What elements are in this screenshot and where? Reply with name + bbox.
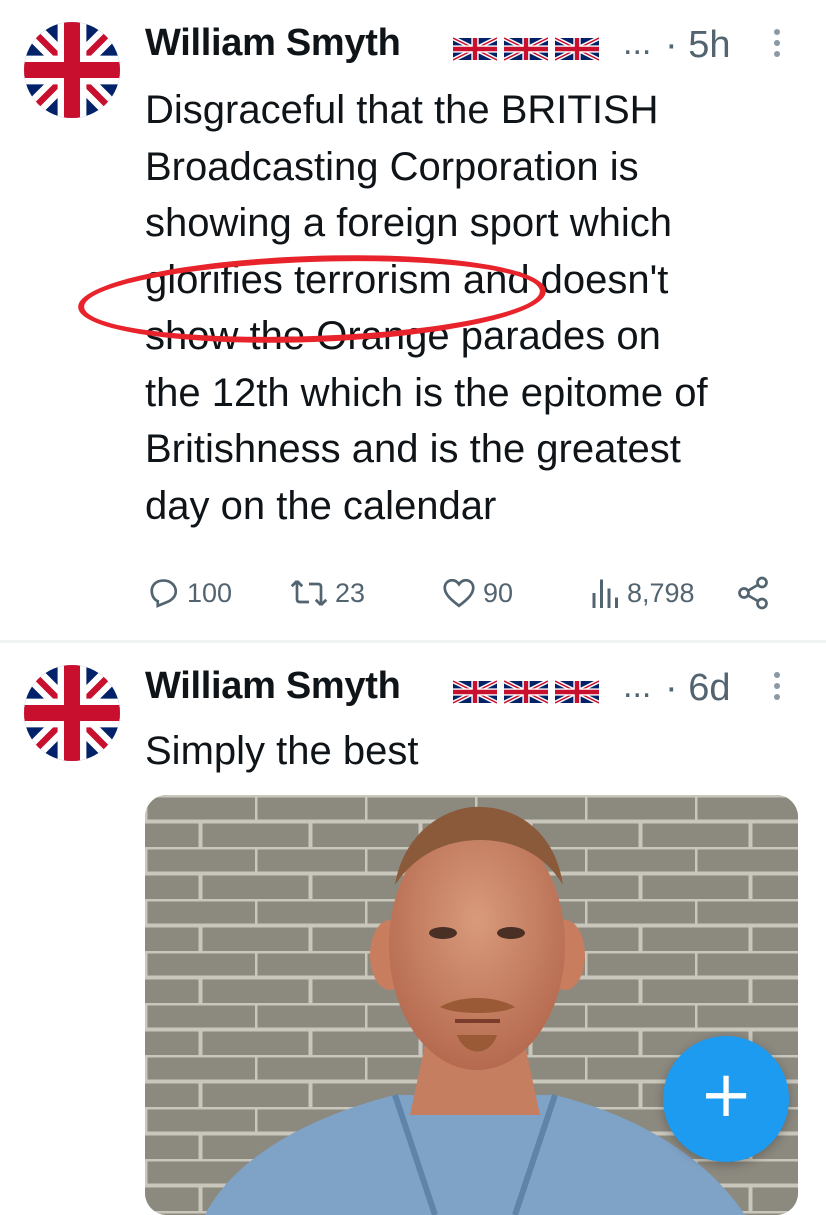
name-truncation: ...: [623, 24, 652, 62]
tweet-header: William Smyth ... · 6d: [145, 661, 795, 721]
union-jack-icon: [555, 679, 599, 705]
share-icon: [738, 576, 768, 610]
tweet-header: William Smyth ... · 5h: [145, 18, 795, 78]
author-name[interactable]: William Smyth: [145, 665, 401, 708]
avatar[interactable]: [24, 665, 120, 761]
views-button[interactable]: 8,798: [591, 570, 695, 616]
flag-emojis: [453, 36, 606, 64]
heart-icon: [443, 578, 475, 608]
tweet-text-line: day on the calendar: [145, 483, 497, 528]
flag-emojis: [453, 679, 606, 707]
timestamp[interactable]: · 5h: [665, 24, 730, 67]
share-button[interactable]: [735, 570, 771, 616]
tweet-text-line: Disgraceful that the BRITISH: [145, 88, 659, 132]
action-bar: 100 23 90 8,798: [145, 570, 785, 620]
reply-icon: [150, 579, 178, 608]
more-options-icon[interactable]: [767, 667, 787, 717]
plus-icon: +: [699, 1058, 753, 1132]
union-jack-icon: [504, 36, 548, 62]
tweet-text-line: showing a foreign sport which: [145, 201, 672, 245]
reply-button[interactable]: 100: [145, 570, 232, 616]
repost-count: 23: [335, 577, 366, 608]
tweet[interactable]: William Smyth ... · 5h Disgraceful that …: [0, 0, 826, 640]
timestamp[interactable]: · 6d: [665, 667, 730, 710]
compose-button[interactable]: +: [663, 1036, 789, 1162]
views-icon: [592, 579, 618, 608]
avatar[interactable]: [24, 22, 120, 118]
tweet-text-line: Broadcasting Corporation is: [145, 144, 639, 189]
name-truncation: ...: [623, 667, 652, 705]
like-button[interactable]: 90: [441, 570, 513, 616]
union-jack-icon: [453, 679, 497, 705]
tweet-text: Simply the best: [145, 729, 419, 773]
repost-button[interactable]: 23: [289, 570, 365, 616]
tweet-text-line: Britishness and is the greatest: [145, 427, 681, 471]
union-jack-icon: [453, 36, 497, 62]
more-options-icon[interactable]: [767, 24, 787, 74]
tweet-text-line: the 12th which is the epitome of: [145, 370, 708, 415]
union-jack-icon: [504, 679, 548, 705]
view-count: 8,798: [627, 577, 695, 608]
repost-icon: [290, 580, 328, 606]
author-name[interactable]: William Smyth: [145, 22, 401, 65]
like-count: 90: [483, 577, 514, 608]
union-jack-icon: [555, 36, 599, 62]
reply-count: 100: [187, 577, 233, 608]
